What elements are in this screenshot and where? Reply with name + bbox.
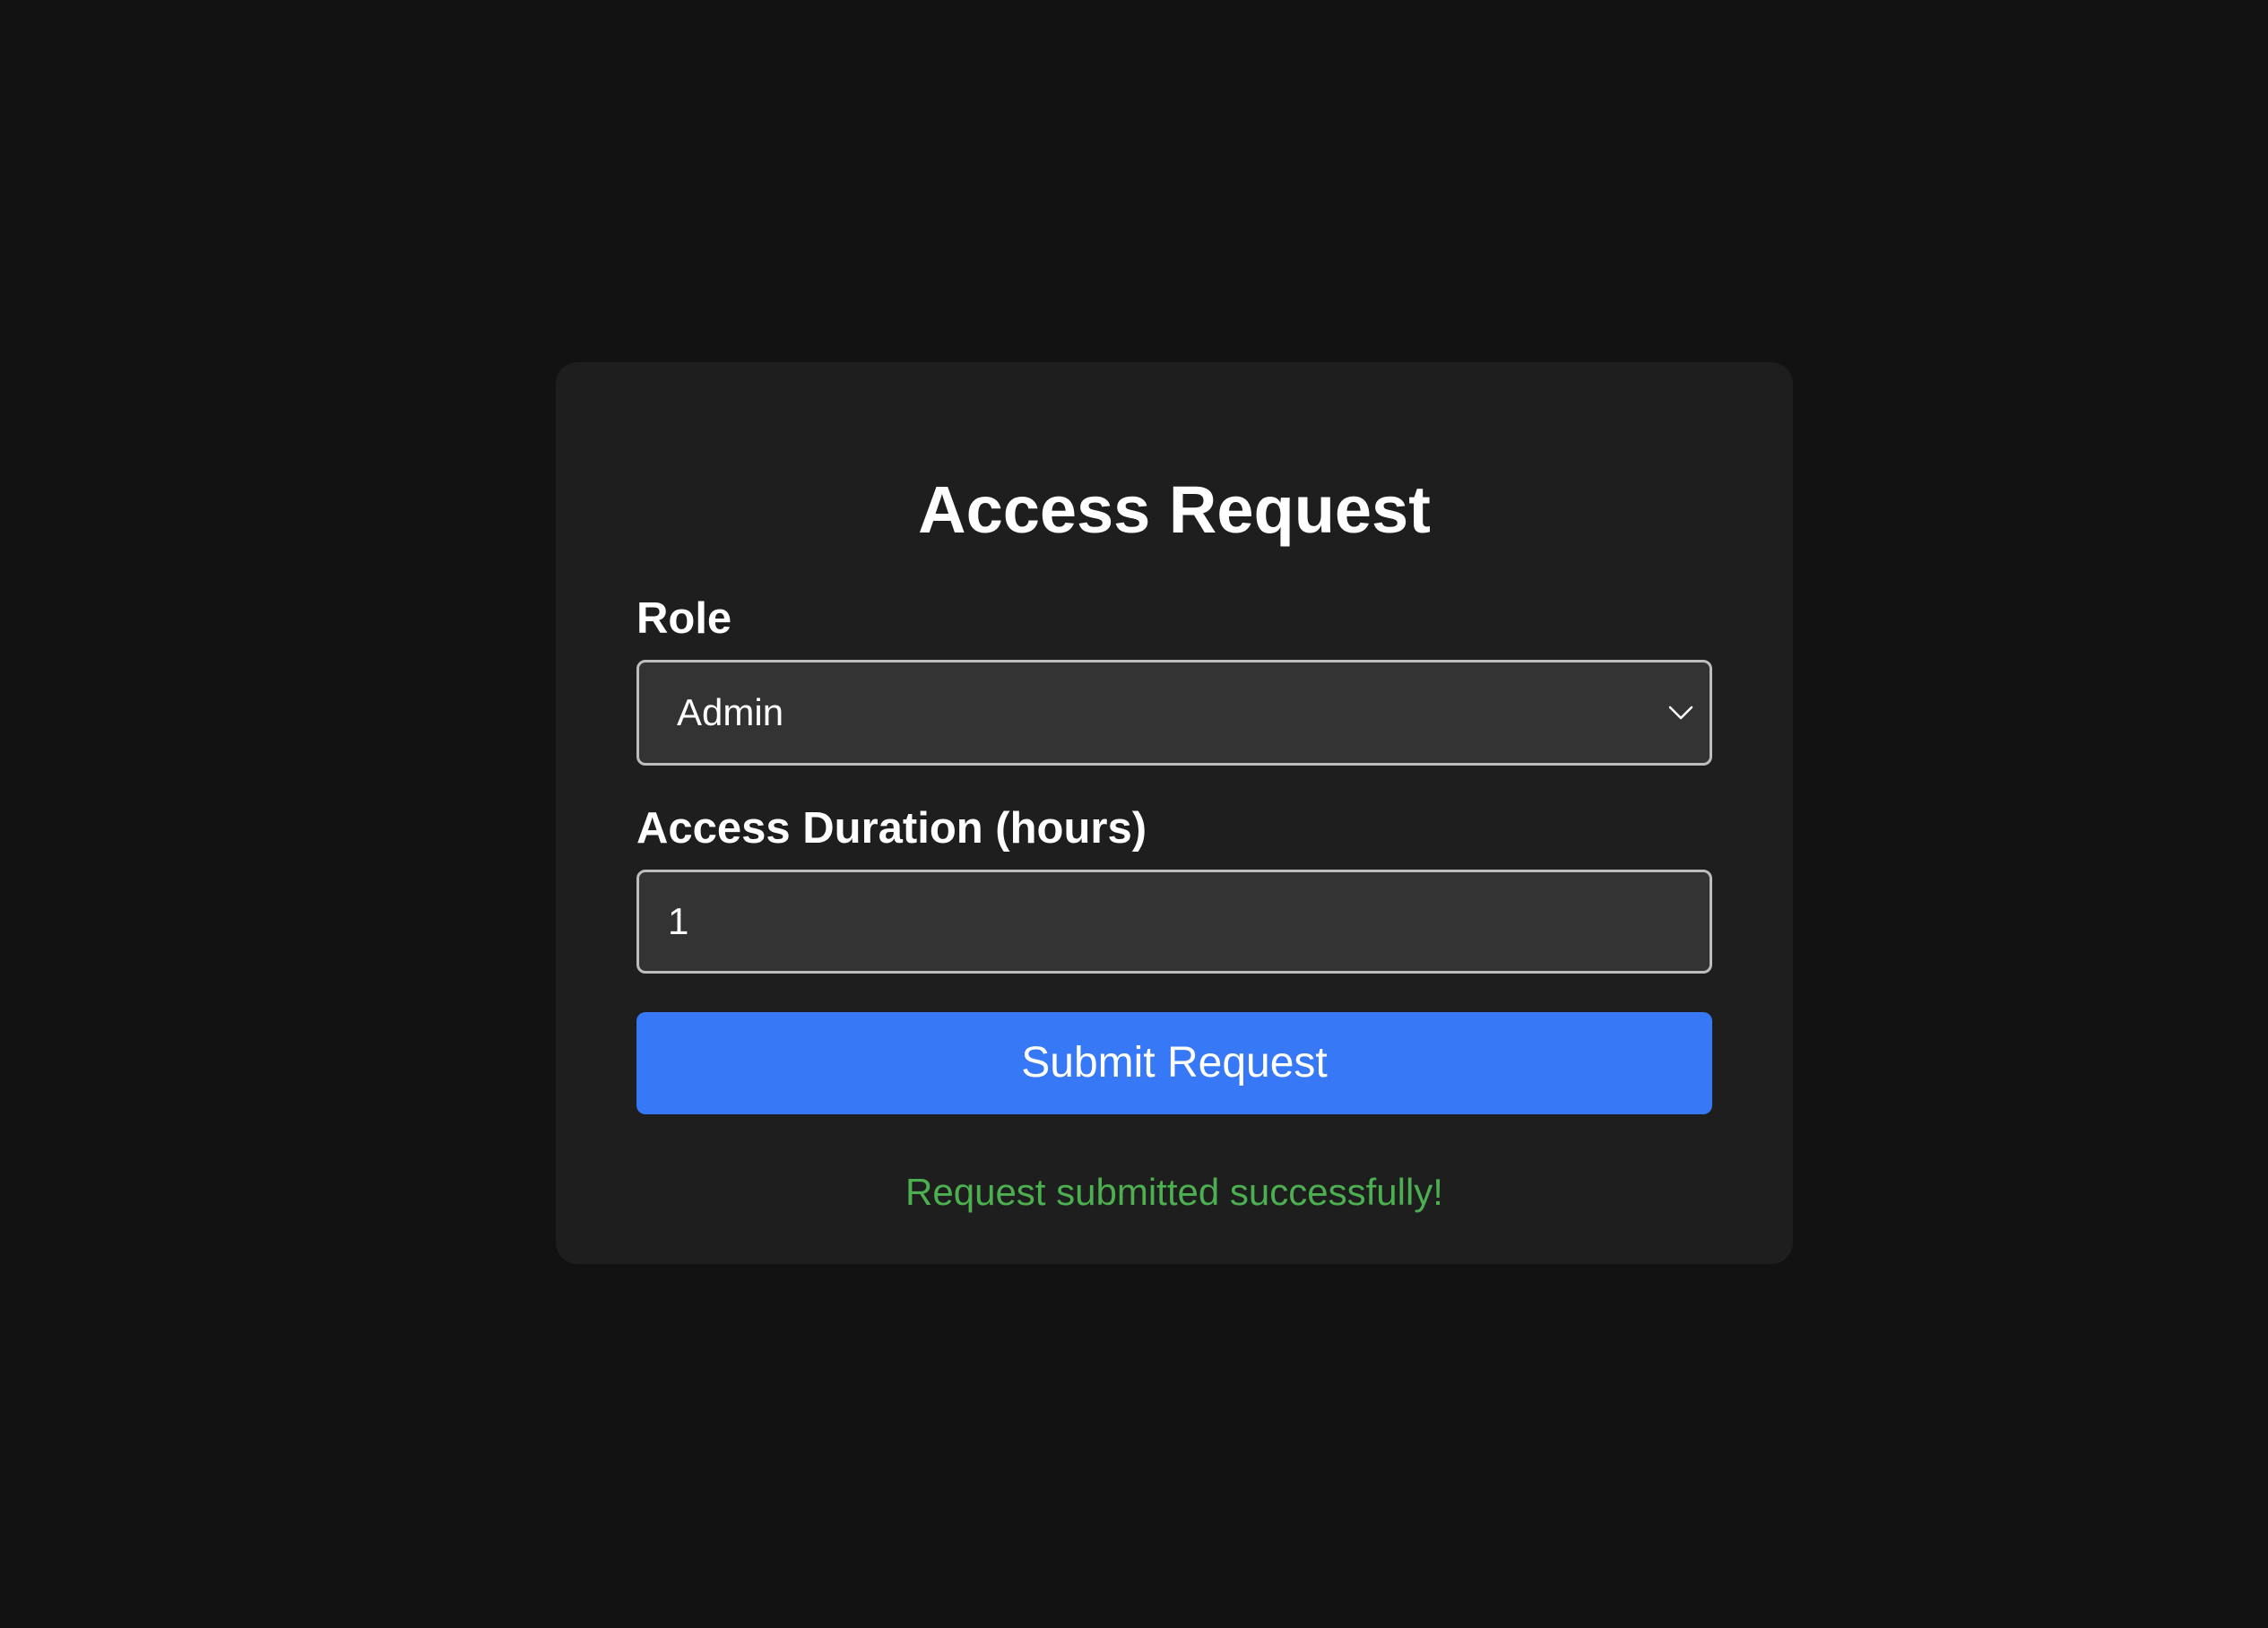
duration-input[interactable]: 1: [636, 870, 1712, 974]
submit-request-button[interactable]: Submit Request: [636, 1012, 1712, 1114]
role-selected-value: Admin: [677, 691, 784, 733]
duration-label: Access Duration (hours): [636, 804, 1147, 853]
role-select[interactable]: Admin: [636, 660, 1712, 766]
duration-input-value: 1: [668, 900, 689, 942]
page-title: Access Request: [918, 472, 1431, 547]
page: Access Request Role Admin Access Duratio…: [0, 0, 2268, 1628]
role-label: Role: [636, 594, 732, 643]
access-request-card: Access Request Role Admin Access Duratio…: [556, 362, 1793, 1264]
status-message: Request submitted successfully!: [905, 1171, 1443, 1213]
chevron-down-icon: [1668, 706, 1693, 720]
